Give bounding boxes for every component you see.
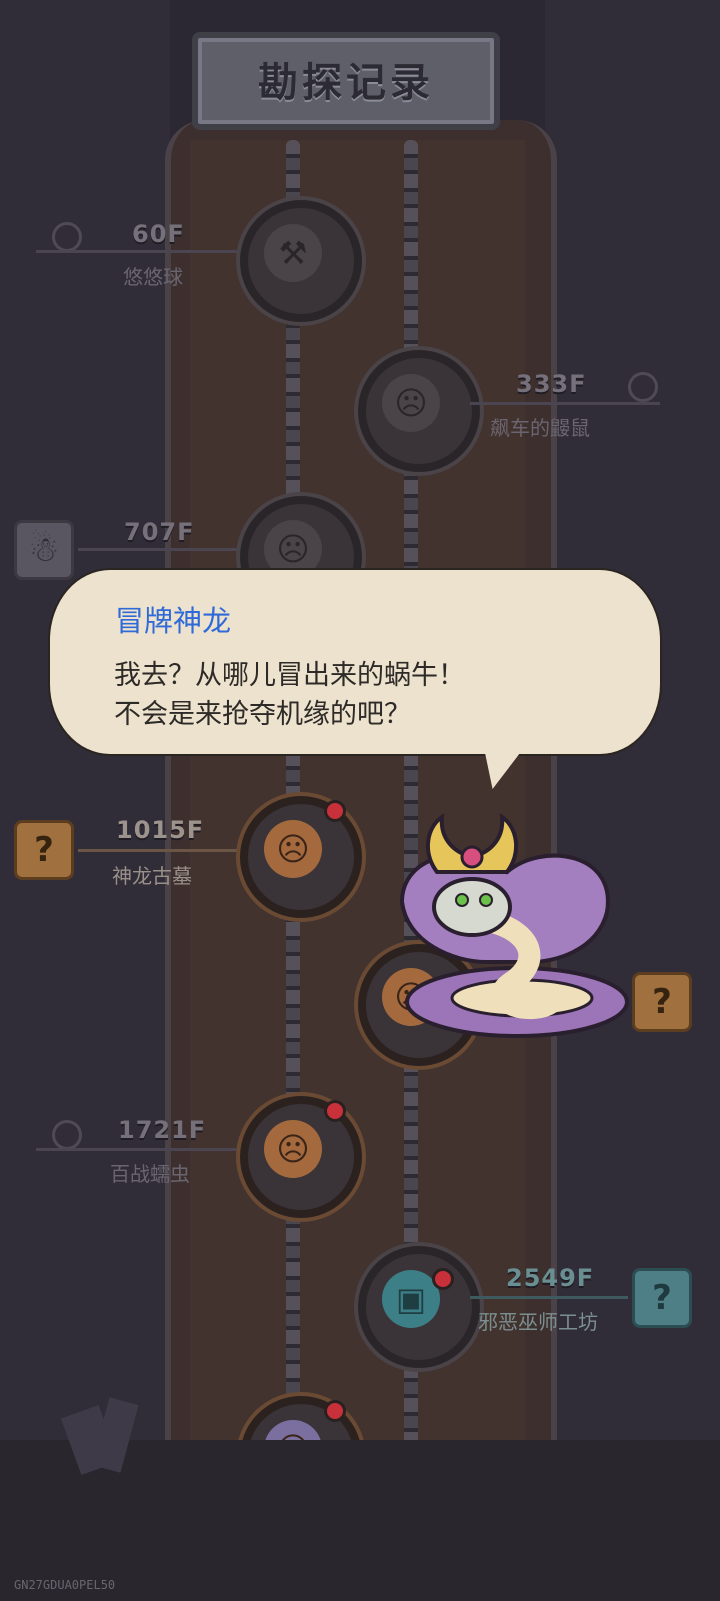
dialog-line-1: 我去？从哪儿冒出来的蜗牛！ (114, 660, 465, 691)
pickaxe-icon: ⚒ (264, 224, 322, 282)
floor-node-2549f[interactable]: ▣ (358, 1246, 480, 1368)
cobra-head (432, 877, 512, 937)
floor-node-1015f[interactable]: ☹ (240, 796, 362, 918)
floor-name: 邪恶巫师工坊 (478, 1310, 598, 1334)
notification-dot (432, 1268, 454, 1290)
floor-name: 神龙古墓 (112, 864, 192, 888)
page-title: 勘探记录 (258, 60, 434, 106)
monster-face-icon: ☹ (382, 374, 440, 432)
floor-connector-line (78, 849, 243, 852)
floor-connector-line (36, 250, 244, 253)
floor-name: 悠悠球 (123, 265, 183, 289)
floor-connector-line (78, 548, 243, 551)
mystery-box[interactable]: ☃ (14, 520, 74, 580)
monster-face-icon: ☹ (264, 1120, 322, 1178)
question-mark-icon: ? (34, 830, 54, 870)
question-box[interactable]: ? (632, 972, 692, 1032)
question-mark-icon: ? (652, 1278, 672, 1318)
floor-number: 2549F (506, 1264, 595, 1292)
floor-number: 333F (516, 370, 587, 398)
floor-connector-line (36, 1148, 244, 1151)
watermark: GN27GDUA0PEL50 (14, 1578, 116, 1592)
floor-number: 707F (124, 518, 195, 546)
cobra-eye (455, 893, 469, 907)
floor-name: 百战蠕虫 (110, 1162, 190, 1186)
cave-wall-right (545, 0, 720, 1601)
mystery-icon: ☃ (28, 530, 60, 570)
floor-node-1721f[interactable]: ☹ (240, 1096, 362, 1218)
question-box[interactable]: ? (632, 1268, 692, 1328)
cobra-eye (479, 893, 493, 907)
floor-connector-line (470, 402, 660, 405)
floor-node-60f[interactable]: ⚒ (240, 200, 362, 322)
floor-number: 60F (132, 220, 185, 248)
floor-connector-line (470, 1296, 628, 1299)
mine-shaft-inner (190, 140, 525, 1440)
question-box[interactable]: ? (14, 820, 74, 880)
notification-dot (324, 800, 346, 822)
notification-dot (324, 1100, 346, 1122)
speaker-name: 冒牌神龙 (115, 604, 232, 638)
notification-dot (324, 1400, 346, 1422)
speech-bubble-tail (474, 737, 528, 793)
floor-name: 飙车的鼹鼠 (490, 416, 590, 440)
snail-icon (52, 1120, 82, 1150)
snail-icon (52, 222, 82, 252)
crown-gem (460, 845, 484, 869)
floor-number: 1015F (116, 816, 205, 844)
title-plaque: 勘探记录 (192, 32, 500, 130)
monster-face-icon: ☹ (264, 820, 322, 878)
cobra-character (399, 812, 629, 1038)
dialog-line-2: 不会是来抢夺机缘的吧？ (114, 699, 411, 730)
snail-icon (628, 372, 658, 402)
floor-node-333f[interactable]: ☹ (358, 350, 480, 472)
question-mark-icon: ? (652, 982, 672, 1022)
floor-number: 1721F (118, 1116, 207, 1144)
